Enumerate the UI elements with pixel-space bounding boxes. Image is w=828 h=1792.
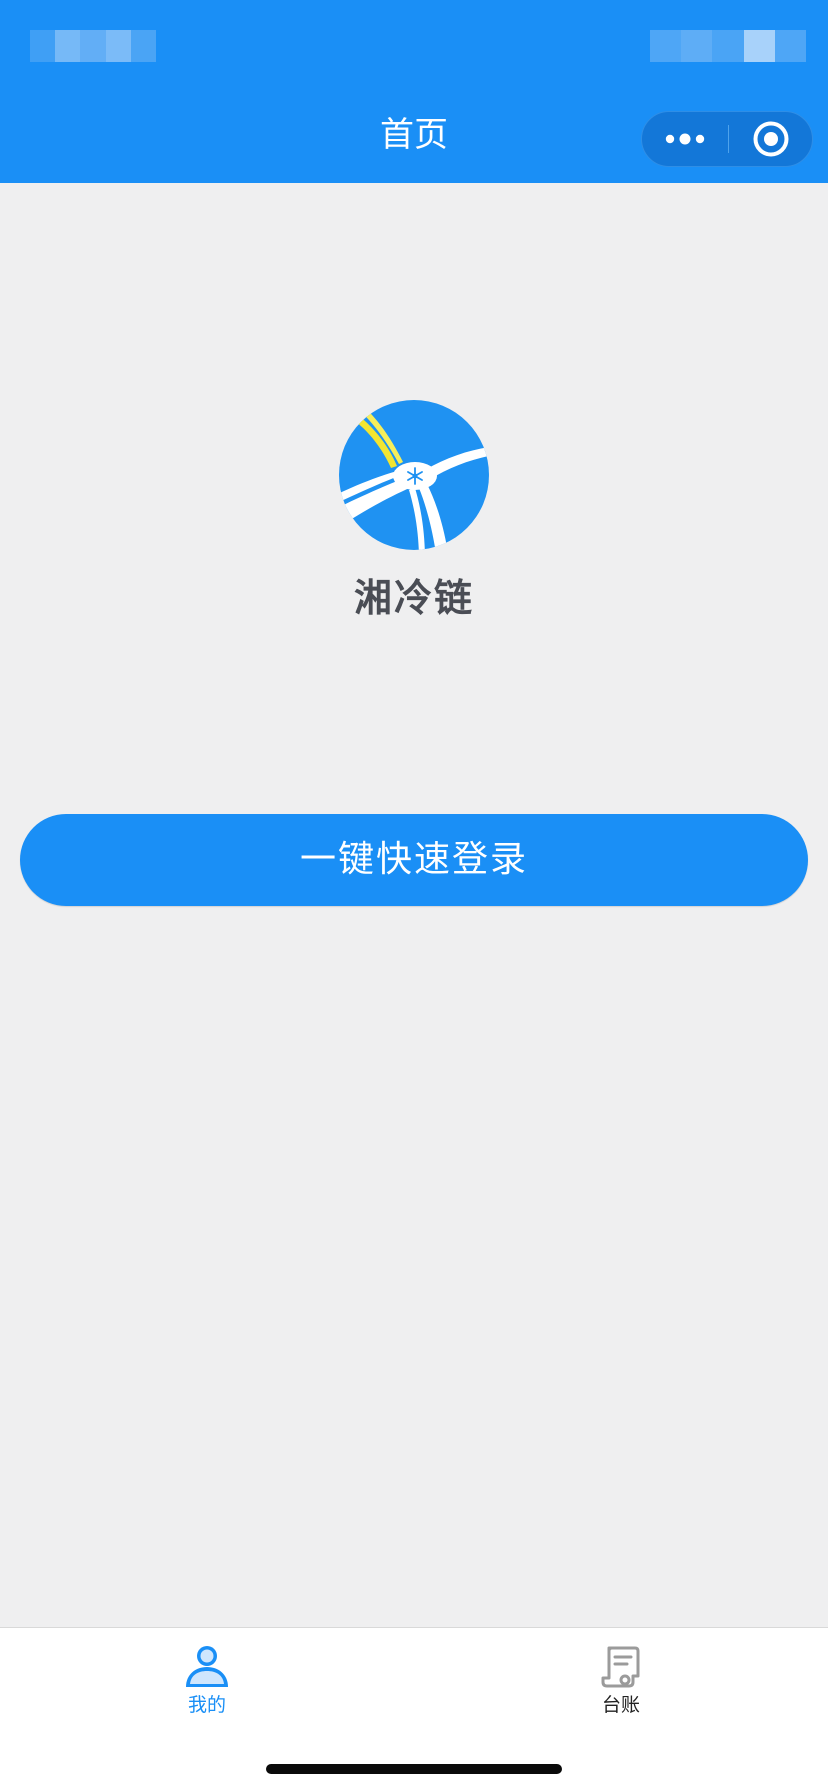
- person-icon: [186, 1646, 228, 1687]
- target-circle-icon: [753, 121, 789, 157]
- app-name: 湘冷链: [353, 576, 474, 620]
- tab-bar: 我的 台账: [0, 1627, 828, 1792]
- mini-program-capsule: [641, 111, 813, 167]
- home-indicator[interactable]: [266, 1764, 562, 1774]
- tab-ledger[interactable]: 台账: [551, 1642, 691, 1732]
- quick-login-button[interactable]: 一键快速登录: [20, 814, 808, 906]
- tab-ledger-label: 台账: [601, 1694, 640, 1716]
- snowflake-road-logo: [339, 400, 489, 550]
- close-mini-program-button[interactable]: [729, 112, 813, 166]
- status-bar-right-blurred: [650, 30, 807, 62]
- status-bar-left-blurred: [30, 30, 157, 62]
- more-button[interactable]: [642, 112, 728, 166]
- ledger-document-icon: [601, 1646, 640, 1688]
- tab-mine[interactable]: 我的: [137, 1642, 277, 1732]
- navigation-header: 首页: [0, 0, 828, 183]
- more-dots-icon: [665, 133, 705, 145]
- tab-mine-label: 我的: [187, 1694, 226, 1716]
